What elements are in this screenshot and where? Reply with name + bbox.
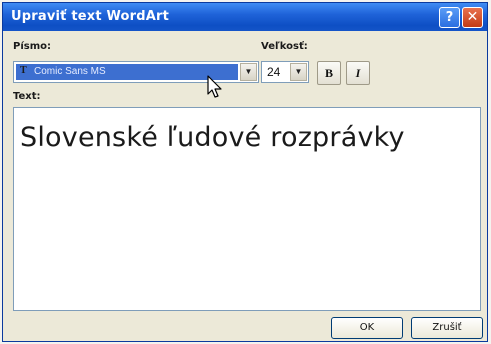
chevron-down-icon: ▼ <box>244 67 253 76</box>
ok-button[interactable]: OK <box>331 317 403 339</box>
bold-button[interactable]: B <box>317 61 341 85</box>
cancel-button[interactable]: Zrušiť <box>411 317 483 339</box>
mouse-pointer-icon <box>207 75 222 98</box>
window-title: Upraviť text WordArt <box>11 9 170 24</box>
size-dropdown-button[interactable]: ▼ <box>290 63 307 81</box>
text-label: Text: <box>13 91 41 102</box>
wordart-text-input[interactable]: Slovenské ľudové rozprávky <box>13 107 481 311</box>
italic-button[interactable]: I <box>346 61 370 85</box>
title-bar[interactable]: Upraviť text WordArt ? ✕ <box>3 3 487 31</box>
chevron-down-icon: ▼ <box>294 67 303 76</box>
help-button[interactable]: ? <box>439 7 460 28</box>
size-select[interactable]: 24 ▼ <box>261 61 309 83</box>
truetype-font-icon: T <box>20 65 27 76</box>
font-label: Písmo: <box>13 41 51 52</box>
wordart-edit-dialog: Upraviť text WordArt ? ✕ Písmo: Veľkosť:… <box>2 2 488 342</box>
font-dropdown-button[interactable]: ▼ <box>240 63 257 81</box>
size-value: 24 <box>267 65 281 79</box>
font-select-highlight: T Comic Sans MS <box>16 64 238 80</box>
font-value: Comic Sans MS <box>34 66 106 77</box>
size-label: Veľkosť: <box>261 41 308 52</box>
wordart-text-value: Slovenské ľudové rozprávky <box>20 122 405 153</box>
close-button[interactable]: ✕ <box>462 7 483 28</box>
